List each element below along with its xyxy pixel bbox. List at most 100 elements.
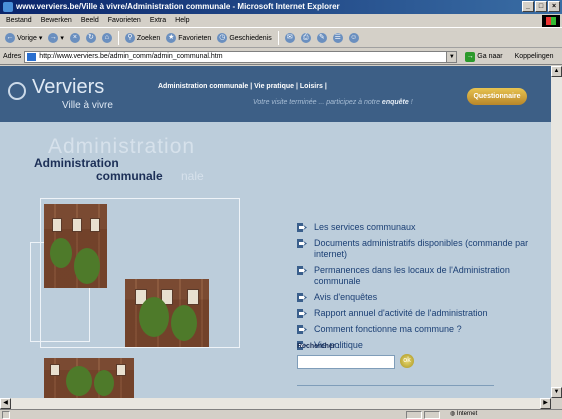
history-button[interactable]: ◷ Geschiedenis bbox=[217, 33, 272, 43]
go-arrow-icon: → bbox=[465, 51, 476, 62]
zone-label: Internet bbox=[456, 411, 478, 417]
arrow-right-icon bbox=[297, 325, 307, 334]
home-icon[interactable]: ⌂ bbox=[101, 33, 112, 43]
window-title: www.verviers.be/Ville à vivre/Administra… bbox=[16, 2, 340, 11]
refresh-icon[interactable]: ↻ bbox=[85, 33, 96, 43]
nav-loisirs[interactable]: Loisirs bbox=[300, 83, 323, 90]
site-body: Administration Administration communale … bbox=[0, 122, 551, 398]
link-documents-administratifs[interactable]: Documents administratifs disponibles (co… bbox=[297, 238, 547, 260]
favorites-label: Favorieten bbox=[178, 34, 212, 42]
search-label: Rechercher : bbox=[297, 343, 340, 350]
maximize-button[interactable]: □ bbox=[535, 1, 547, 12]
nav-administration[interactable]: Administration communale bbox=[158, 83, 248, 90]
windows-logo-icon bbox=[542, 15, 560, 27]
address-input[interactable]: http://www.verviers.be/admin_comm/admin_… bbox=[24, 50, 458, 63]
horizontal-scrollbar[interactable]: ◀ ▶ bbox=[0, 398, 551, 409]
scroll-left-icon[interactable]: ◀ bbox=[0, 398, 11, 409]
back-button[interactable]: ← Vorige ▾ bbox=[5, 33, 42, 43]
history-icon: ◷ bbox=[217, 33, 228, 43]
page-icon bbox=[27, 52, 37, 61]
links-button[interactable]: Koppelingen bbox=[515, 53, 554, 60]
menu-view[interactable]: Beeld bbox=[81, 17, 99, 24]
arrow-right-icon bbox=[297, 223, 307, 232]
chevron-down-icon[interactable]: ▼ bbox=[446, 51, 457, 62]
link-avis-enquetes[interactable]: Avis d'enquêtes bbox=[297, 292, 547, 303]
history-label: Geschiedenis bbox=[229, 34, 272, 42]
search-go-button[interactable]: ok bbox=[400, 354, 414, 368]
link-comment-fonctionne[interactable]: Comment fonctionne ma commune ? bbox=[297, 324, 547, 335]
address-bar: Adres http://www.verviers.be/admin_comm/… bbox=[0, 49, 562, 65]
close-button[interactable]: × bbox=[548, 1, 560, 12]
page-content: Verviers Ville à vivre Administration co… bbox=[0, 66, 551, 398]
link-rapport-annuel[interactable]: Rapport annuel d'activité de l'administr… bbox=[297, 308, 547, 319]
menu-edit[interactable]: Bewerken bbox=[41, 17, 72, 24]
site-header: Verviers Ville à vivre Administration co… bbox=[0, 66, 551, 122]
menu-bar: Bestand Bewerken Beeld Favorieten Extra … bbox=[0, 14, 562, 28]
page-title-line2: communale bbox=[96, 169, 163, 183]
address-url: http://www.verviers.be/admin_comm/admin_… bbox=[39, 52, 223, 60]
stop-icon[interactable]: × bbox=[69, 33, 80, 43]
menu-favorites[interactable]: Favorieten bbox=[108, 17, 141, 24]
address-label: Adres bbox=[3, 53, 22, 60]
survey-link[interactable]: enquête bbox=[382, 99, 409, 106]
window-title-bar: www.verviers.be/Ville à vivre/Administra… bbox=[0, 0, 562, 14]
minimize-button[interactable]: _ bbox=[522, 1, 534, 12]
arrow-right-icon bbox=[297, 309, 307, 318]
site-nav: Administration communale | Vie pratique … bbox=[158, 83, 327, 90]
status-zone: ◍ Internet bbox=[450, 410, 477, 417]
chevron-down-icon[interactable]: ▾ bbox=[39, 34, 43, 42]
vertical-scrollbar[interactable]: ▲ ▼ bbox=[551, 66, 562, 398]
chevron-down-icon[interactable]: ▾ bbox=[60, 34, 64, 42]
back-label: Vorige bbox=[17, 34, 37, 42]
discuss-icon[interactable]: ☰ bbox=[332, 33, 343, 43]
menu-help[interactable]: Help bbox=[175, 17, 189, 24]
verviers-logo-icon[interactable] bbox=[8, 82, 26, 100]
site-title[interactable]: Verviers bbox=[32, 76, 104, 99]
link-label: Comment fonctionne ma commune ? bbox=[314, 324, 462, 334]
arrow-right-icon bbox=[297, 266, 307, 275]
status-cell bbox=[406, 411, 422, 419]
edit-icon[interactable]: ✎ bbox=[316, 33, 327, 43]
link-label: Les services communaux bbox=[314, 222, 416, 232]
nav-separator: | bbox=[324, 83, 327, 90]
building-photo bbox=[125, 279, 209, 347]
scroll-up-icon[interactable]: ▲ bbox=[551, 66, 562, 77]
heading-ghost-2: nale bbox=[181, 169, 204, 183]
search-label: Zoeken bbox=[136, 34, 161, 42]
link-permanences[interactable]: Permanences dans les locaux de l'Adminis… bbox=[297, 265, 547, 287]
link-services-communaux[interactable]: Les services communaux bbox=[297, 222, 547, 233]
globe-icon: ◍ bbox=[450, 411, 456, 417]
menu-tools[interactable]: Extra bbox=[150, 17, 166, 24]
link-label: Permanences dans les locaux de l'Adminis… bbox=[314, 265, 510, 286]
link-label: Rapport annuel d'activité de l'administr… bbox=[314, 308, 488, 318]
links-list: Les services communaux Documents adminis… bbox=[297, 222, 547, 356]
go-button[interactable]: → Ga naar bbox=[465, 51, 503, 62]
arrow-right-icon bbox=[297, 239, 307, 248]
questionnaire-button[interactable]: Questionnaire bbox=[467, 88, 527, 105]
print-icon[interactable]: ⎙ bbox=[300, 33, 311, 43]
mail-icon[interactable]: ✉ bbox=[284, 33, 295, 43]
menu-file[interactable]: Bestand bbox=[6, 17, 32, 24]
search-input[interactable] bbox=[297, 355, 395, 369]
favorites-icon: ★ bbox=[166, 33, 177, 43]
arrow-right-icon bbox=[297, 293, 307, 302]
messenger-icon[interactable]: ☺ bbox=[348, 33, 359, 43]
scroll-down-icon[interactable]: ▼ bbox=[551, 387, 562, 398]
forward-button[interactable]: → ▾ bbox=[48, 33, 64, 43]
scroll-right-icon[interactable]: ▶ bbox=[540, 398, 551, 409]
status-cell bbox=[424, 411, 440, 419]
go-label: Ga naar bbox=[477, 53, 503, 60]
scrollbar-corner bbox=[551, 398, 562, 409]
nav-vie-pratique[interactable]: Vie pratique bbox=[254, 83, 294, 90]
building-photo bbox=[44, 204, 107, 288]
search-button[interactable]: ⚲ Zoeken bbox=[124, 33, 161, 43]
page-status-icon bbox=[2, 411, 10, 419]
toolbar-separator bbox=[117, 31, 119, 45]
building-photo bbox=[44, 358, 134, 398]
ie-icon bbox=[3, 2, 13, 12]
divider bbox=[297, 385, 494, 386]
forward-arrow-icon: → bbox=[48, 33, 59, 43]
status-bar: ◍ Internet bbox=[0, 409, 562, 419]
favorites-button[interactable]: ★ Favorieten bbox=[166, 33, 211, 43]
toolbar-separator bbox=[277, 31, 279, 45]
